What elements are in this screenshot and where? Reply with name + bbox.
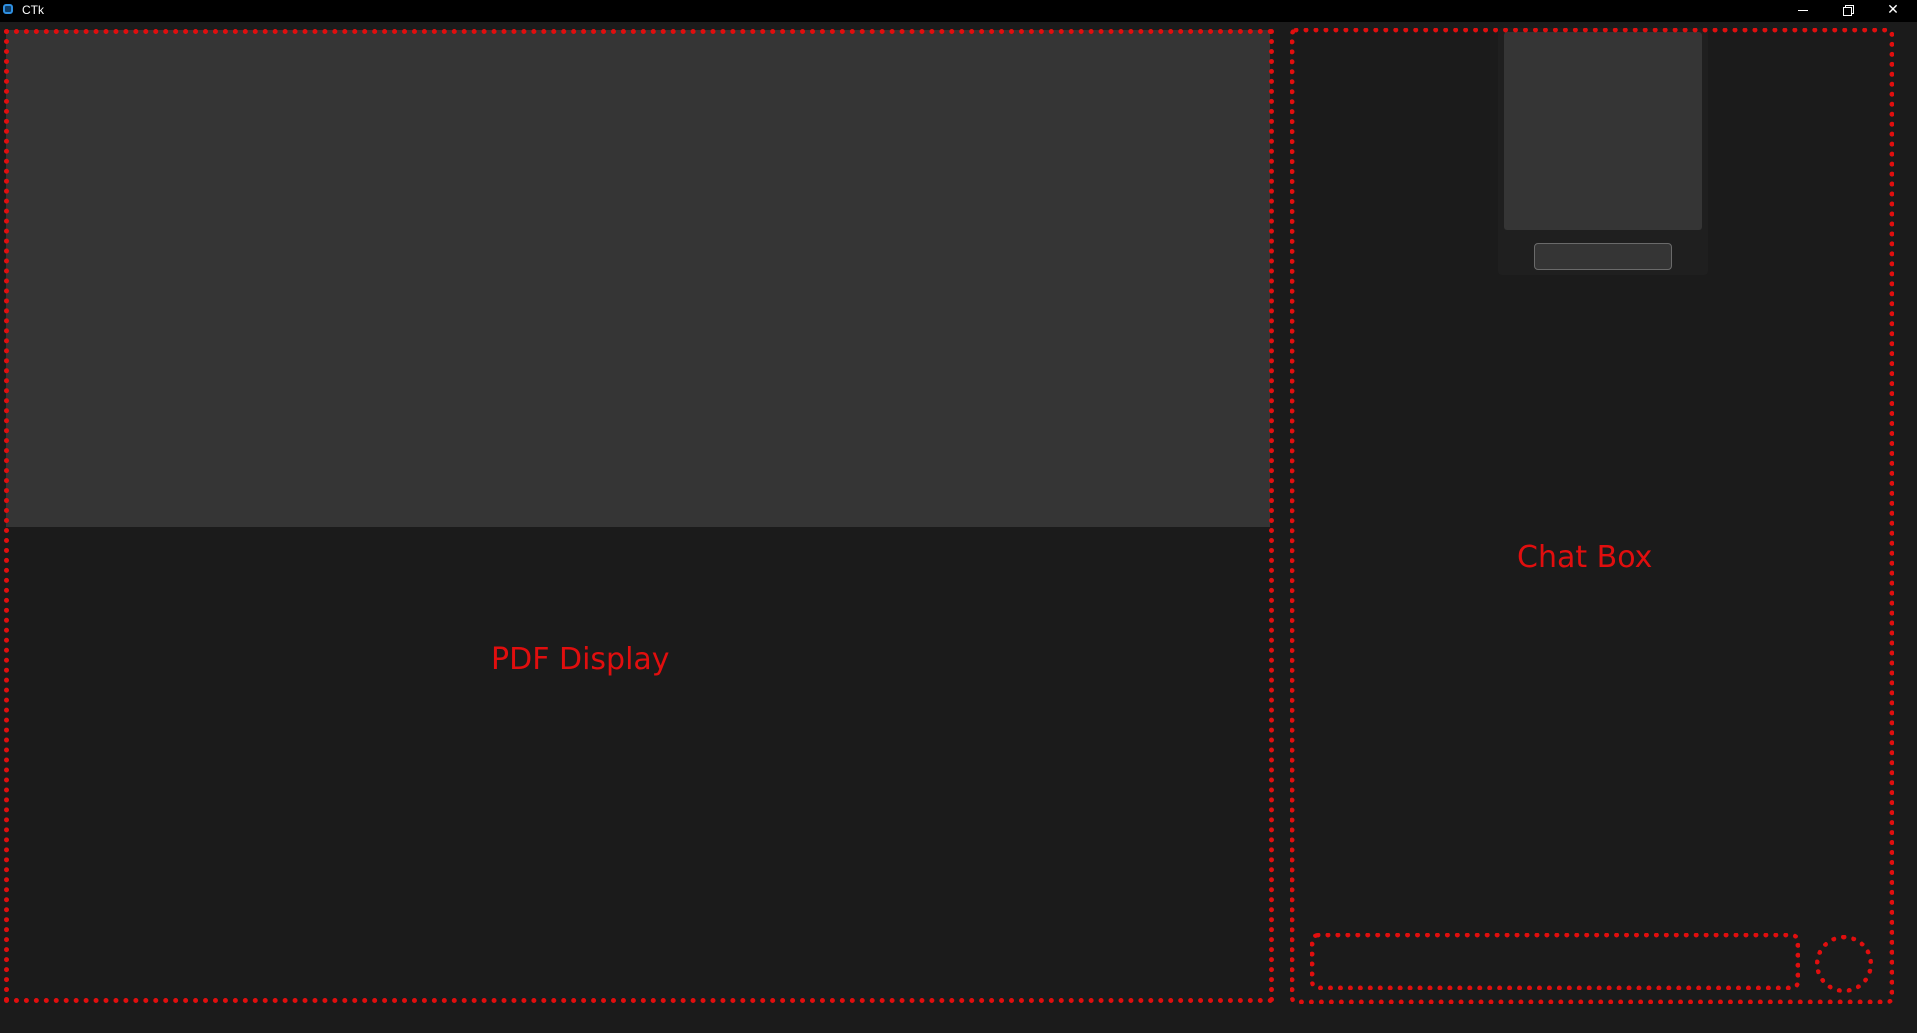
app-icon [3, 4, 13, 14]
restore-icon [1843, 5, 1854, 16]
chat-card [1498, 28, 1708, 275]
minimize-icon [1798, 9, 1808, 11]
window-titlebar: CTk ✕ [0, 0, 1917, 22]
chat-card-input[interactable] [1534, 243, 1672, 270]
pdf-display[interactable] [6, 30, 1270, 1000]
chat-box-label: Chat Box [1517, 540, 1653, 575]
message-input-field[interactable] [1310, 933, 1800, 990]
chat-card-preview [1504, 32, 1702, 230]
window-title: CTk [22, 3, 44, 17]
close-button[interactable]: ✕ [1871, 0, 1915, 20]
send-button[interactable] [1815, 935, 1873, 993]
close-icon: ✕ [1887, 2, 1899, 18]
minimize-button[interactable] [1781, 0, 1825, 20]
pdf-page-area[interactable] [6, 30, 1270, 527]
restore-button[interactable] [1826, 0, 1870, 20]
pdf-display-label: PDF Display [491, 642, 670, 677]
